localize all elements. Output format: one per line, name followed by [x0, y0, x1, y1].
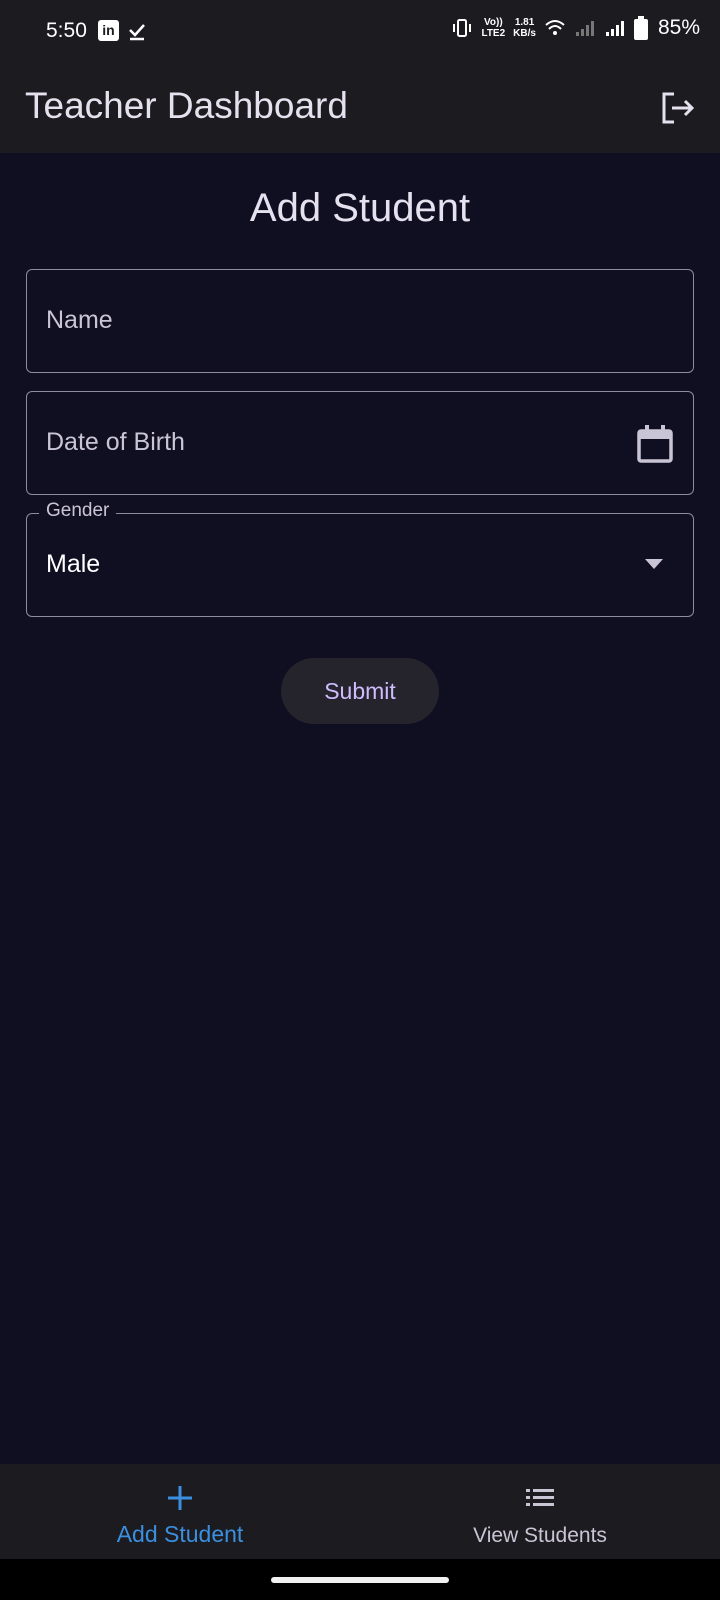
nav-label-add-student: Add Student [116, 1521, 244, 1547]
list-icon [526, 1489, 554, 1506]
network-type-line1: Vo)) [483, 17, 503, 28]
nav-item-view-students[interactable]: View Students [360, 1464, 720, 1559]
battery-icon [633, 16, 648, 40]
status-bar: 5:50 in Vo)) LTE2 1.81 KB/s 85% [0, 0, 720, 62]
linkedin-icon: in [98, 20, 119, 41]
submit-button[interactable]: Submit [281, 658, 439, 724]
bottom-navigation: Add Student View Students [0, 1464, 720, 1559]
date-of-birth-placeholder: Date of Birth [46, 428, 185, 456]
nav-item-add-student[interactable]: Add Student [0, 1464, 360, 1559]
system-navigation-bar [0, 1559, 720, 1600]
app-title: Teacher Dashboard [25, 85, 348, 126]
gender-select[interactable]: Gender Male [26, 500, 694, 617]
name-field[interactable]: Name [26, 269, 694, 373]
screen: 5:50 in Vo)) LTE2 1.81 KB/s 85% Teacher … [0, 0, 720, 1600]
status-time: 5:50 [46, 19, 87, 42]
network-speed-unit: KB/s [513, 28, 536, 39]
network-type: Vo)) LTE2 [481, 17, 505, 39]
top-app-bar: Teacher Dashboard [0, 62, 720, 153]
gender-value: Male [46, 550, 101, 578]
signal-weak-icon [575, 21, 594, 36]
notification-icons: in [98, 20, 147, 41]
network-type-line2: LTE2 [481, 28, 506, 39]
checkmark-download-icon [129, 23, 145, 40]
gender-label: Gender [39, 500, 117, 522]
home-gesture-handle[interactable] [271, 1577, 449, 1583]
status-icons: Vo)) LTE2 1.81 KB/s 85% [451, 16, 700, 40]
page-title: Add Student [249, 186, 471, 230]
battery-percent: 85% [657, 16, 700, 39]
network-speed-value: 1.81 [514, 17, 535, 28]
dropdown-arrow-icon [645, 559, 663, 569]
calendar-icon[interactable] [637, 425, 673, 463]
vibrate-icon [453, 19, 472, 37]
name-placeholder: Name [46, 306, 113, 334]
wifi-icon [545, 20, 565, 35]
date-of-birth-field[interactable]: Date of Birth [26, 391, 694, 495]
network-speed: 1.81 KB/s [513, 17, 536, 39]
nav-label-view-students: View Students [473, 1524, 607, 1547]
logout-icon[interactable] [658, 88, 698, 128]
plus-icon [168, 1486, 192, 1510]
signal-strong-icon [605, 21, 624, 36]
